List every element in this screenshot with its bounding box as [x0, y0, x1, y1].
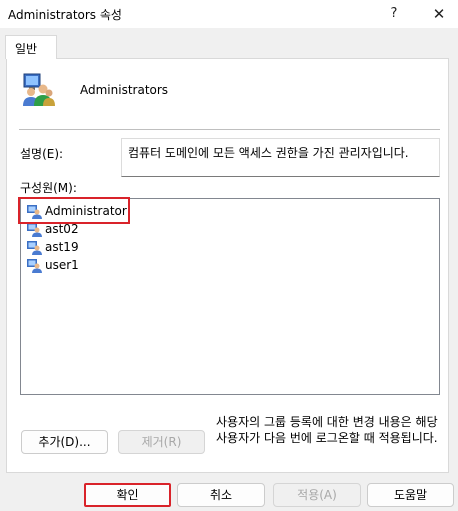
window-title: Administrators 속성 [8, 8, 122, 22]
help-button[interactable]: 도움말 [367, 483, 454, 507]
member-name: ast19 [45, 240, 79, 254]
group-name: Administrators [80, 83, 169, 97]
user-icon [26, 222, 43, 237]
user-icon [26, 240, 43, 255]
member-name: user1 [45, 258, 79, 272]
divider [19, 129, 440, 130]
ok-button[interactable]: 확인 [84, 483, 171, 507]
group-users-icon [18, 72, 58, 108]
apply-button[interactable]: 적용(A) [273, 483, 361, 507]
description-field[interactable]: 컴퓨터 도메인에 모든 액세스 권한을 가진 관리자입니다. [121, 138, 440, 177]
remove-button[interactable]: 제거(R) [118, 430, 205, 454]
highlight-box [18, 197, 130, 224]
info-text: 사용자의 그룹 등록에 대한 변경 내용은 해당 사용자가 다음 번에 로그온할… [216, 415, 438, 445]
close-icon[interactable]: ✕ [424, 2, 454, 26]
user-icon [26, 258, 43, 273]
description-label: 설명(E): [20, 147, 64, 161]
member-name: ast02 [45, 222, 79, 236]
tab-general[interactable]: 일반 [5, 35, 57, 59]
members-label: 구성원(M): [20, 181, 77, 195]
tab-general-label: 일반 [15, 42, 38, 56]
title-bar: Administrators 속성 ? ✕ [0, 0, 458, 28]
cancel-button[interactable]: 취소 [177, 483, 265, 507]
help-icon[interactable]: ? [379, 2, 409, 26]
description-value: 컴퓨터 도메인에 모든 액세스 권한을 가진 관리자입니다. [128, 146, 409, 160]
members-list[interactable]: Administrator ast02 ast19 user1 [20, 198, 440, 395]
add-button[interactable]: 추가(D)... [21, 430, 108, 454]
